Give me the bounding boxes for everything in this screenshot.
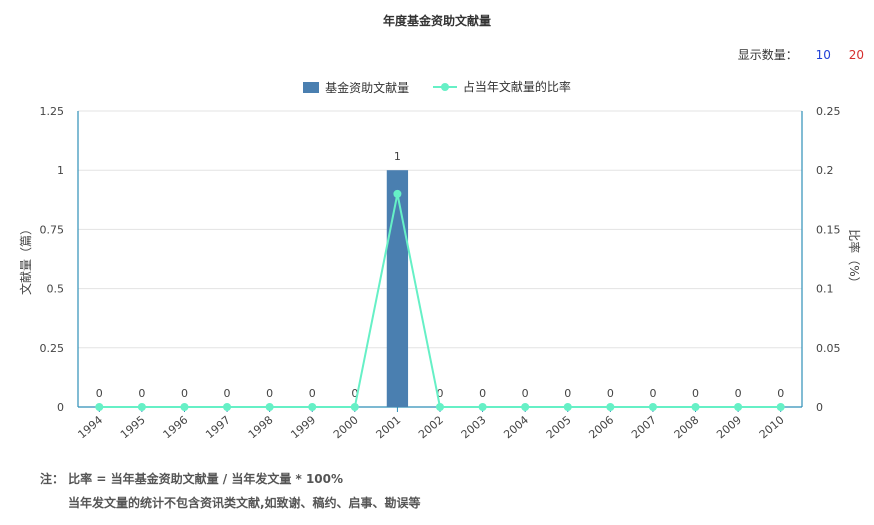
x-tick-label: 2010: [757, 413, 787, 441]
ratio-point: [180, 403, 189, 411]
x-tick-label: 2001: [374, 413, 404, 441]
data-label: 0: [564, 387, 571, 400]
data-label: 0: [607, 387, 614, 400]
ratio-point: [436, 403, 444, 411]
x-tick-label: 2009: [714, 413, 744, 441]
data-label: 0: [138, 387, 145, 400]
ratio-point: [478, 403, 487, 411]
x-tick-label: 1995: [118, 413, 148, 441]
data-label: 0: [224, 387, 231, 400]
ratio-point: [691, 403, 700, 411]
ratio-point: [776, 403, 785, 411]
ratio-point: [521, 403, 530, 411]
y-tick-label: 0.75: [40, 223, 65, 236]
ratio-point: [265, 403, 274, 411]
y-tick-label: 1.25: [40, 105, 65, 118]
y2-tick-label: 0.15: [816, 223, 841, 236]
ratio-point: [734, 403, 743, 411]
ratio-point: [393, 189, 402, 198]
data-label: 0: [777, 387, 784, 400]
ratio-point: [308, 403, 317, 411]
x-tick-label: 2008: [672, 413, 702, 441]
x-tick-label: 2003: [459, 413, 489, 441]
data-label: 0: [309, 387, 316, 400]
data-label: 0: [181, 387, 188, 400]
data-label: 0: [266, 387, 273, 400]
x-tick-label: 1994: [75, 413, 105, 441]
data-label: 0: [692, 387, 699, 400]
y-axis-title: 文献量（篇）: [18, 223, 33, 295]
data-label: 0: [649, 387, 656, 400]
y2-tick-label: 0.2: [816, 164, 834, 177]
bar: [386, 170, 409, 407]
y-tick-label: 1: [57, 164, 64, 177]
ratio-point: [223, 403, 232, 411]
data-label: 0: [522, 387, 529, 400]
chart-plot: 0 0.25 0.5 0.75 1 1.25 0 0.05 0.1 0.15 0.2 0.25 1994…: [18, 105, 862, 441]
x-tick-label: 2005: [544, 413, 574, 441]
chart-notes: 注： 比率 = 当年基金资助文献量 / 当年发文量 * 100% 当年发文量的统…: [40, 467, 421, 515]
y2-tick-label: 0.25: [816, 105, 841, 118]
ratio-point: [606, 403, 615, 411]
x-tick-label: 1996: [161, 413, 191, 441]
ratio-point: [648, 403, 657, 411]
x-tick-label: 2007: [629, 413, 659, 441]
data-label: 0: [479, 387, 486, 400]
y-tick-label: 0.5: [47, 283, 65, 296]
data-label: 1: [394, 150, 401, 163]
x-tick-label: 2002: [416, 413, 446, 441]
ratio-point: [563, 403, 572, 411]
x-tick-label: 1997: [203, 413, 233, 441]
note-ratio-formula: 注： 比率 = 当年基金资助文献量 / 当年发文量 * 100%: [40, 472, 344, 486]
x-tick-label: 1999: [288, 413, 318, 441]
ratio-line: [99, 193, 781, 408]
y2-tick-label: 0.1: [816, 283, 834, 296]
x-tick-label: 2000: [331, 413, 361, 441]
ratio-point: [350, 403, 359, 411]
y2-tick-label: 0: [816, 401, 823, 414]
x-tick-label: 2004: [501, 413, 531, 441]
y2-axis-title: 比率（%）: [847, 229, 862, 288]
ratio-point: [137, 403, 146, 411]
note-exclusions: 当年发文量的统计不包含资讯类文献,如致谢、稿约、启事、勘误等: [68, 496, 421, 510]
data-label: 0: [96, 387, 103, 400]
x-tick-label: 1998: [246, 413, 276, 441]
y-tick-label: 0: [57, 401, 64, 414]
y-tick-label: 0.25: [40, 342, 65, 355]
ratio-point: [95, 403, 104, 411]
y2-tick-label: 0.05: [816, 342, 841, 355]
data-label: 0: [735, 387, 742, 400]
x-tick-label: 2006: [586, 413, 616, 441]
